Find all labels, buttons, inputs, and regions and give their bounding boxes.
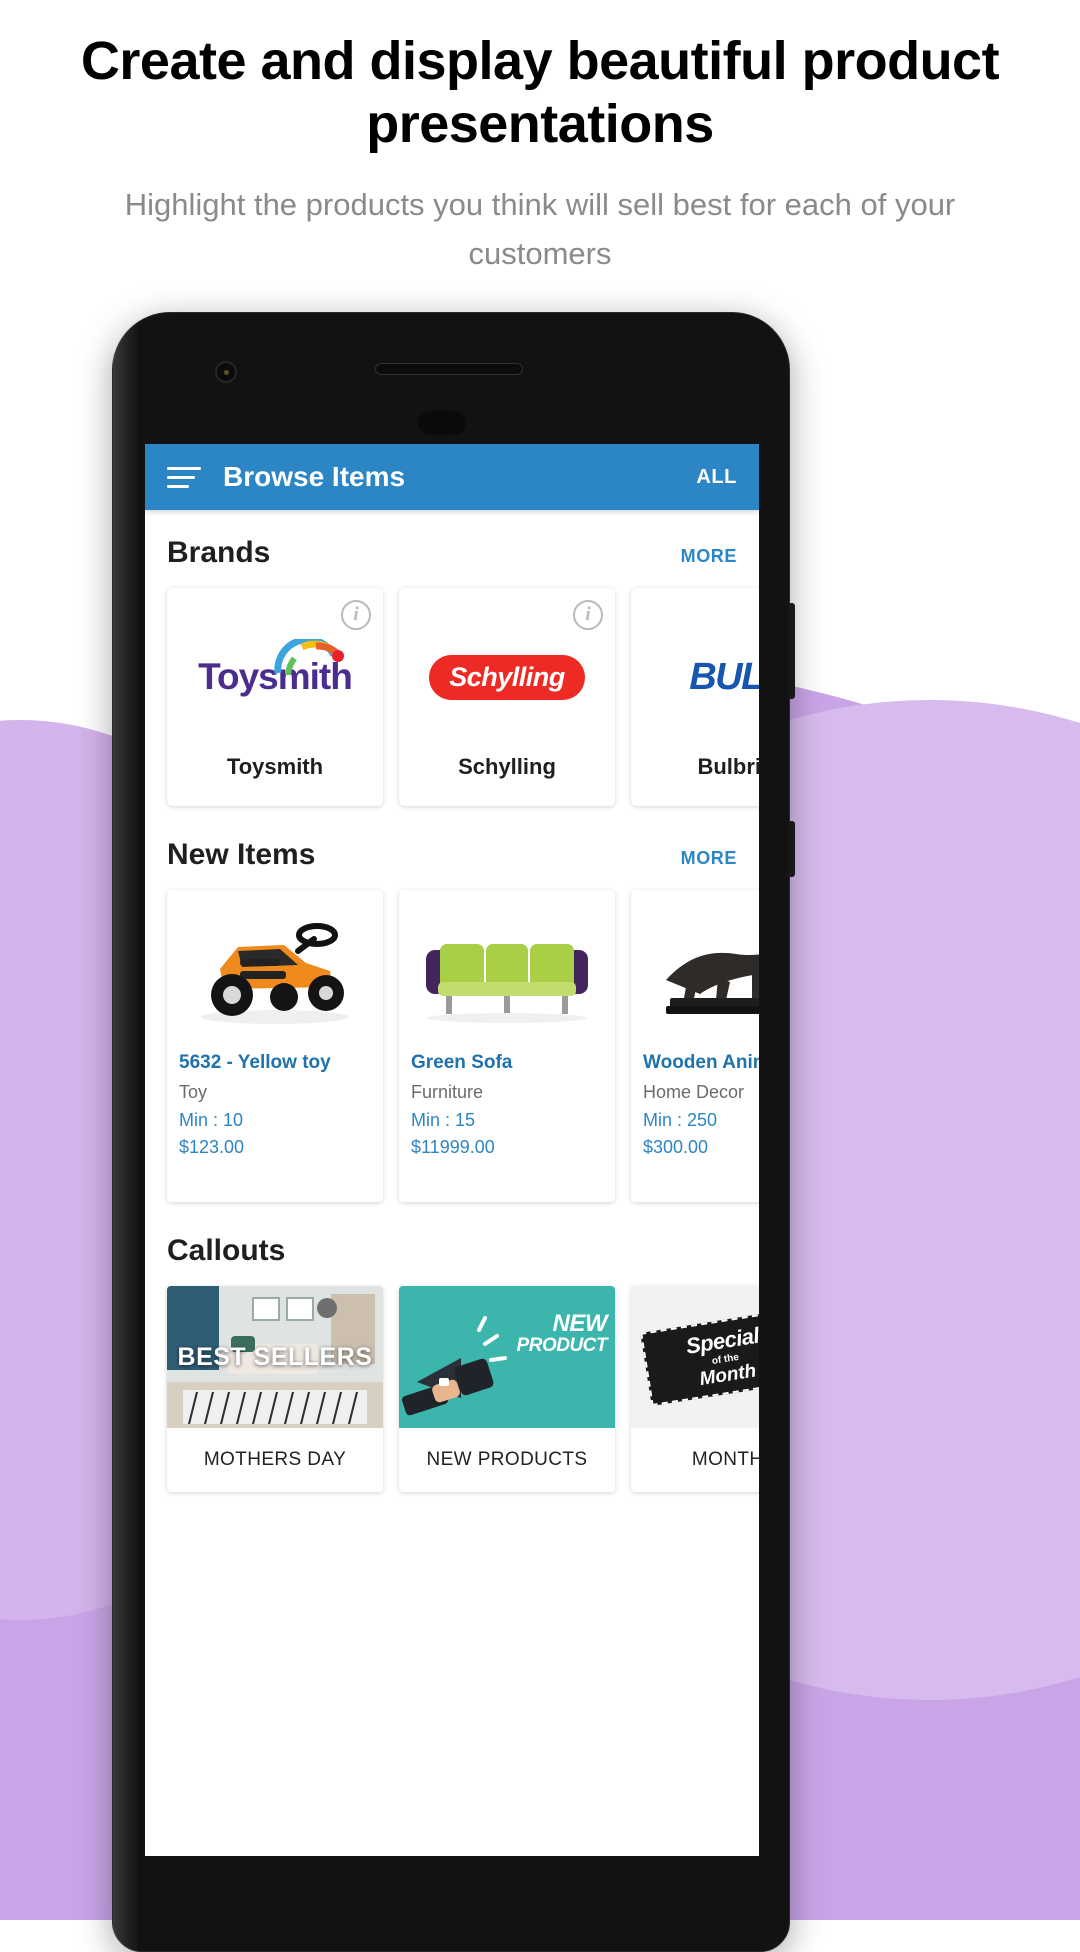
content-bottom-spacer xyxy=(145,1498,759,1538)
callout-banner-text: Special of the Month xyxy=(640,1307,759,1407)
schylling-logo-icon: Schylling xyxy=(429,654,585,700)
product-image xyxy=(167,890,383,1042)
product-category: Toy xyxy=(179,1081,208,1102)
brand-name: Bulbrite xyxy=(697,754,759,779)
product-card[interactable]: Green Sofa Furniture Min : 15 $11999.00 xyxy=(399,890,615,1202)
app-bar: Browse Items ALL xyxy=(145,444,759,510)
product-title[interactable]: Wooden Animal xyxy=(643,1052,759,1075)
section-title-brands: Brands xyxy=(167,536,271,569)
all-button[interactable]: ALL xyxy=(696,466,737,489)
callout-card[interactable]: NEW PRODUCT NEW PRODUCTS xyxy=(399,1286,615,1492)
phone-edge-glare xyxy=(113,313,139,1951)
section-header-new-items: New Items MORE xyxy=(145,812,759,886)
callout-label: MONTHLY xyxy=(691,1449,759,1470)
callout-label: MOTHERS DAY xyxy=(203,1449,347,1470)
phone-mockup: Browse Items ALL Brands MORE i Toysmith xyxy=(112,312,795,1952)
callout-image: BEST SELLERS xyxy=(167,1286,383,1428)
product-image xyxy=(399,890,615,1042)
product-body: Green Sofa Furniture Min : 15 $11999.00 xyxy=(399,1042,615,1158)
product-price: $11999.00 xyxy=(411,1136,495,1157)
brand-card[interactable]: i BULB Bulbrite xyxy=(631,588,759,806)
product-min-qty: Min : 10 xyxy=(179,1109,244,1130)
product-card[interactable]: Wooden Animal Home Decor Min : 250 $300.… xyxy=(631,890,759,1202)
brand-logo: BULB xyxy=(631,600,759,754)
megaphone-image: NEW PRODUCT xyxy=(399,1286,615,1428)
phone-screen: Browse Items ALL Brands MORE i Toysmith xyxy=(145,444,759,1856)
brands-carousel[interactable]: i Toysmith Toysmith i Schylling Schyllin… xyxy=(145,584,759,812)
green-sofa-image xyxy=(426,944,588,1023)
product-price: $300.00 xyxy=(643,1136,709,1157)
more-link-brands[interactable]: MORE xyxy=(681,546,737,567)
callout-image: Special of the Month xyxy=(631,1286,759,1428)
product-category: Furniture xyxy=(411,1081,484,1102)
proximity-sensor xyxy=(418,411,466,435)
product-card[interactable]: 5632 - Yellow toy Toy Min : 10 $123.00 xyxy=(167,890,383,1202)
page-subtitle: Highlight the products you think will se… xyxy=(124,187,956,271)
front-camera-icon xyxy=(215,361,237,383)
product-min-qty: Min : 15 xyxy=(411,1109,476,1130)
page-title: Create and display beautiful product pre… xyxy=(80,31,1000,154)
product-body: Wooden Animal Home Decor Min : 250 $300.… xyxy=(631,1042,759,1158)
power-button[interactable] xyxy=(788,821,795,877)
marketing-header: Create and display beautiful product pre… xyxy=(0,0,1080,278)
screen-content[interactable]: Brands MORE i Toysmith Toysmith i Schyll… xyxy=(145,510,759,1856)
callout-banner-text: BEST SELLERS xyxy=(177,1342,373,1371)
living-room-image: BEST SELLERS xyxy=(167,1286,383,1428)
brand-card[interactable]: i Schylling Schylling xyxy=(399,588,615,806)
product-body: 5632 - Yellow toy Toy Min : 10 $123.00 xyxy=(167,1042,383,1158)
bronze-panther-statue-image xyxy=(666,952,759,1014)
section-header-callouts: Callouts xyxy=(145,1208,759,1282)
product-title[interactable]: Green Sofa xyxy=(411,1052,603,1075)
new-items-carousel[interactable]: 5632 - Yellow toy Toy Min : 10 $123.00 G… xyxy=(145,886,759,1208)
section-title-callouts: Callouts xyxy=(167,1234,286,1267)
hamburger-menu-icon[interactable] xyxy=(167,466,201,488)
rainbow-arc-icon xyxy=(272,639,345,675)
product-image xyxy=(631,890,759,1042)
bulbrite-logo-icon: BULB xyxy=(689,655,759,698)
callout-image: NEW PRODUCT xyxy=(399,1286,615,1428)
info-icon[interactable]: i xyxy=(573,600,603,630)
callout-card[interactable]: BEST SELLERS MOTHERS DAY xyxy=(167,1286,383,1492)
callouts-carousel[interactable]: BEST SELLERS MOTHERS DAY NEW PRODUCT NEW… xyxy=(145,1282,759,1498)
product-category: Home Decor xyxy=(643,1081,745,1102)
earpiece-speaker xyxy=(375,363,523,375)
section-header-brands: Brands MORE xyxy=(145,510,759,584)
callout-card[interactable]: Special of the Month MONTHLY xyxy=(631,1286,759,1492)
product-min-qty: Min : 250 xyxy=(643,1109,718,1130)
more-link-new-items[interactable]: MORE xyxy=(681,848,737,869)
price-tag-image: Special of the Month xyxy=(631,1286,759,1428)
section-title-new-items: New Items xyxy=(167,838,316,871)
info-icon[interactable]: i xyxy=(341,600,371,630)
callout-banner-text: NEW PRODUCT xyxy=(516,1310,608,1356)
brand-name: Schylling xyxy=(458,754,556,779)
orange-go-kart-image xyxy=(201,923,349,1024)
app-bar-title: Browse Items xyxy=(223,461,406,492)
callout-label: NEW PRODUCTS xyxy=(426,1449,588,1470)
brand-card[interactable]: i Toysmith Toysmith xyxy=(167,588,383,806)
product-price: $123.00 xyxy=(179,1136,245,1157)
volume-button[interactable] xyxy=(788,603,795,699)
brand-name: Toysmith xyxy=(226,754,324,779)
product-title[interactable]: 5632 - Yellow toy xyxy=(179,1052,371,1075)
toysmith-logo-icon: Toysmith xyxy=(198,639,353,698)
